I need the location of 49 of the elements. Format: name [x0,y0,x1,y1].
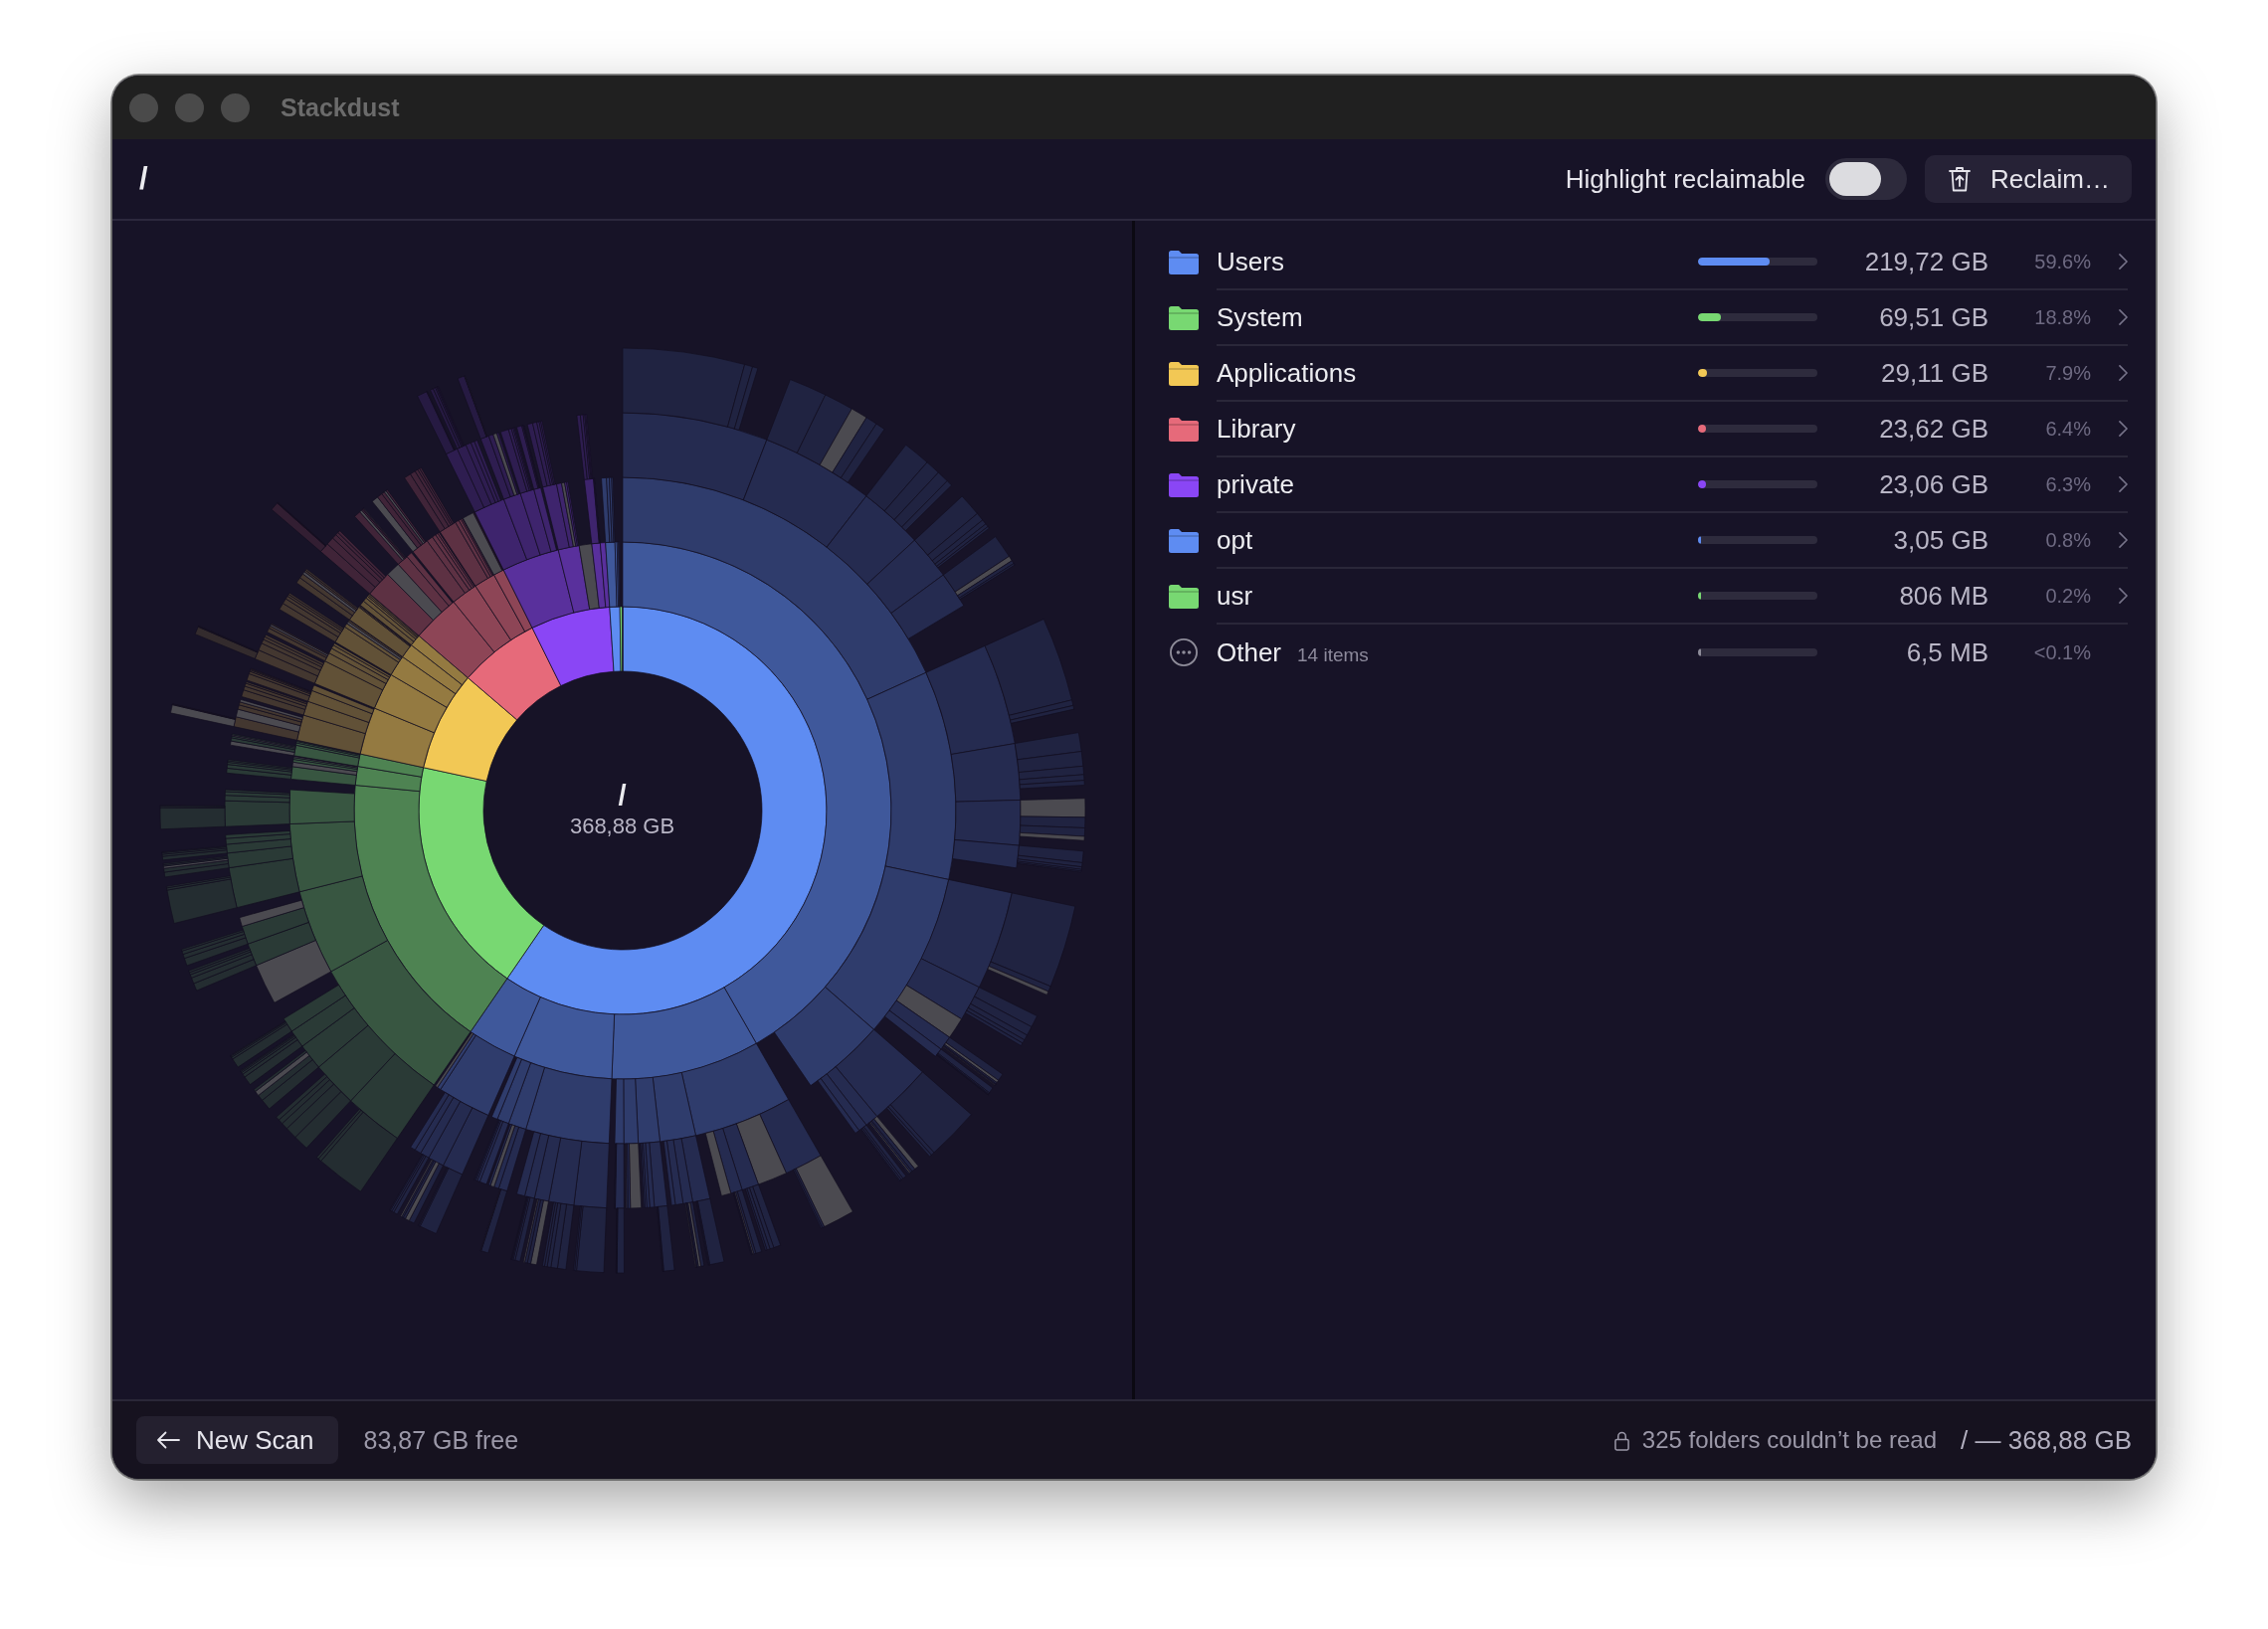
center-path-label: / [618,781,627,811]
new-scan-button[interactable]: New Scan [136,1416,338,1464]
chevron-right-icon [2119,309,2128,325]
chevron-right-icon [2119,588,2128,604]
percent-label: 59.6% [2033,250,2091,273]
toggle-switch[interactable] [1825,158,1908,200]
folder-name[interactable]: Other [1217,636,1282,668]
chevron-right-icon [2119,254,2128,270]
reclaim-button[interactable]: Reclaim… [1925,155,2132,203]
arrow-left-icon [156,1431,180,1449]
toggle-label: Highlight reclaimable [1565,163,1806,195]
chevron-right-icon [2119,532,2128,548]
size-label: 69,51 GB [1878,301,1988,333]
close-button[interactable] [129,92,158,122]
item-count: 14 items [1297,643,1369,666]
minimize-button[interactable] [175,92,204,122]
chevron-right-icon [2119,421,2128,437]
chevron-right-icon [2119,476,2128,492]
percent-label: 18.8% [2033,305,2091,329]
folder-name[interactable]: opt [1217,524,1253,556]
percent-label: 6.3% [2044,472,2091,496]
percent-label: 0.8% [2044,528,2091,552]
size-label: 806 MB [1898,580,1988,612]
size-label: 23,06 GB [1878,468,1988,500]
window-title: Stackdust [281,92,400,122]
size-label: 23,62 GB [1878,413,1988,445]
percent-label: 7.9% [2044,361,2091,385]
size-label: 219,72 GB [1863,246,1988,277]
breadcrumb-path[interactable]: / [139,161,148,197]
percent-label: <0.1% [2032,640,2091,664]
free-space-label: 83,87 GB free [363,1425,519,1455]
zoom-button[interactable] [221,92,250,122]
center-size-label: 368,88 GB [569,814,675,839]
size-label: 6,5 MB [1905,636,1988,668]
size-label: 3,05 GB [1892,524,1988,556]
chevron-right-icon [2119,365,2128,381]
warning-label: 325 folders couldn’t be read [1641,1426,1937,1454]
folder-name[interactable]: System [1217,301,1303,333]
summary-label: / — 368,88 GB [1961,1424,2132,1456]
percent-label: 6.4% [2044,417,2091,441]
size-label: 29,11 GB [1880,357,1988,389]
folder-name[interactable]: usr [1217,580,1253,612]
folder-name[interactable]: Library [1217,413,1296,445]
percent-label: 0.2% [2044,584,2091,608]
folder-name[interactable]: Applications [1217,357,1357,389]
trash-icon [1949,166,1972,192]
lock-icon [1613,1429,1629,1451]
folder-name[interactable]: Users [1217,246,1284,277]
folder-name[interactable]: private [1217,468,1295,500]
